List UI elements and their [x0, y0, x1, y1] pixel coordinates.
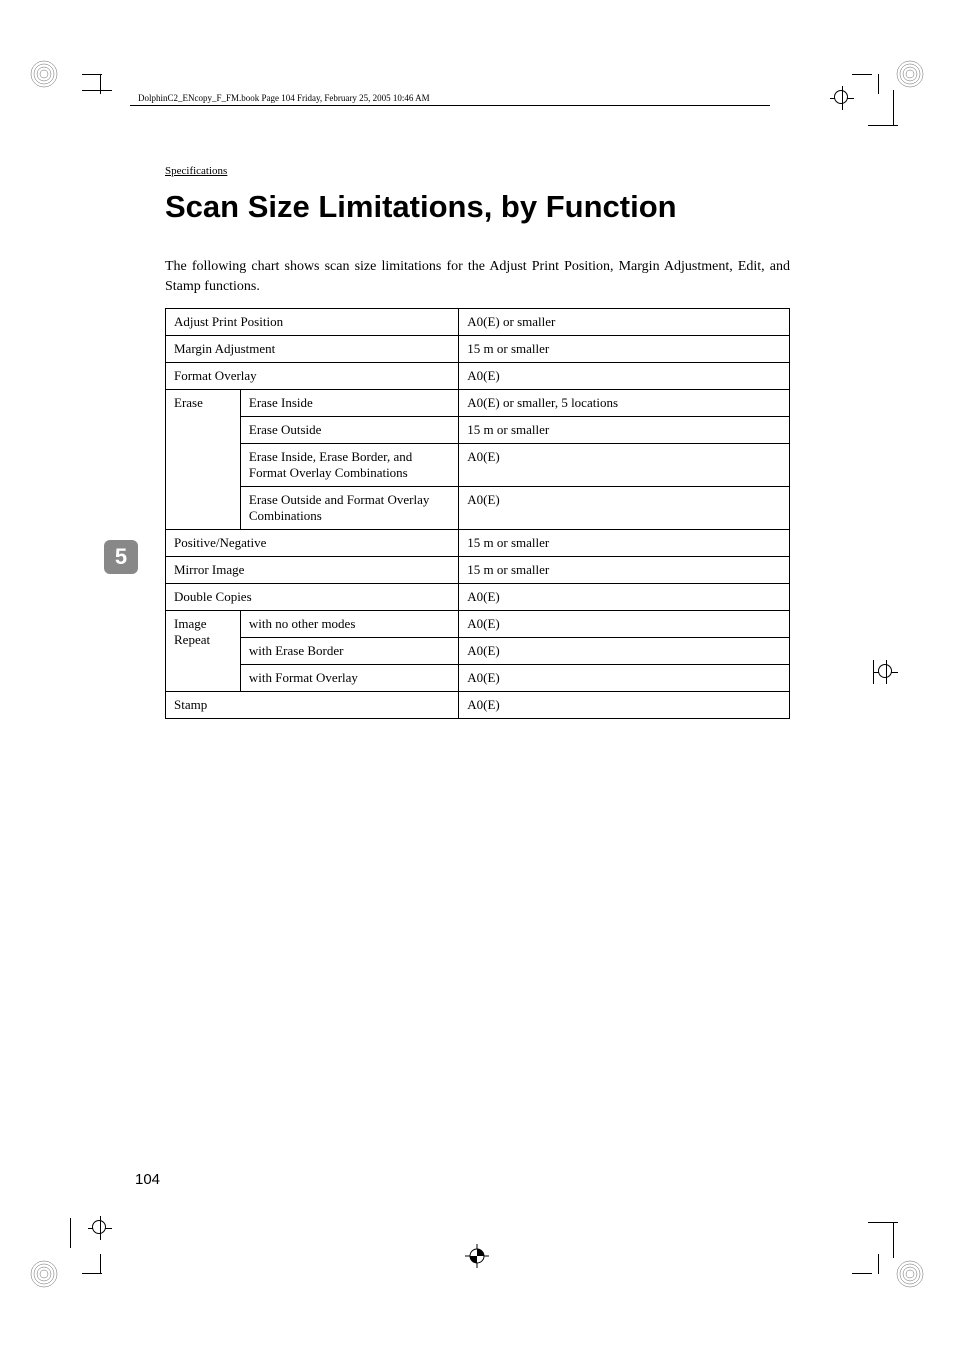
crop-mark — [82, 1273, 102, 1274]
row-value: A0(E) or smaller — [459, 308, 790, 335]
crop-mark — [852, 1273, 872, 1274]
row-sublabel: Erase Inside — [240, 389, 458, 416]
registration-mark-icon — [830, 86, 854, 110]
row-sublabel: Erase Inside, Erase Border, and Format O… — [240, 443, 458, 486]
crop-mark — [868, 125, 898, 126]
chapter-number-tab: 5 — [104, 540, 138, 574]
printer-mark-spiral-icon — [30, 60, 58, 88]
row-value: A0(E) — [459, 691, 790, 718]
table-row: Format Overlay A0(E) — [166, 362, 790, 389]
chapter-number: 5 — [115, 544, 127, 570]
table-row: Erase Outside 15 m or smaller — [166, 416, 790, 443]
table-row: with Erase Border A0(E) — [166, 637, 790, 664]
row-value: A0(E) — [459, 583, 790, 610]
row-value: A0(E) — [459, 486, 790, 529]
crop-mark — [100, 1254, 101, 1274]
row-sublabel: with no other modes — [240, 610, 458, 637]
crop-mark — [70, 1218, 71, 1248]
table-row: Mirror Image 15 m or smaller — [166, 556, 790, 583]
row-label: Format Overlay — [166, 362, 459, 389]
row-label: Margin Adjustment — [166, 335, 459, 362]
crop-mark — [893, 90, 894, 125]
row-label: Adjust Print Position — [166, 308, 459, 335]
row-value: 15 m or smaller — [459, 335, 790, 362]
row-label: Double Copies — [166, 583, 459, 610]
page-content: Specifications Scan Size Limitations, by… — [165, 165, 790, 719]
crop-mark — [852, 74, 872, 75]
registration-mark-icon — [874, 660, 898, 684]
table-row: Erase Inside, Erase Border, and Format O… — [166, 443, 790, 486]
row-value: A0(E) — [459, 664, 790, 691]
row-label: Mirror Image — [166, 556, 459, 583]
page-number: 104 — [135, 1171, 160, 1188]
header-file-info: DolphinC2_ENcopy_F_FM.book Page 104 Frid… — [138, 93, 430, 103]
row-sublabel: with Erase Border — [240, 637, 458, 664]
row-value: A0(E) — [459, 637, 790, 664]
row-label: Positive/Negative — [166, 529, 459, 556]
table-row: Margin Adjustment 15 m or smaller — [166, 335, 790, 362]
row-value: A0(E) — [459, 443, 790, 486]
crop-mark — [82, 74, 102, 75]
table-row: Erase Outside and Format Overlay Combina… — [166, 486, 790, 529]
row-value: A0(E) — [459, 610, 790, 637]
row-group-label: Image Repeat — [166, 610, 241, 691]
row-value: A0(E) — [459, 362, 790, 389]
table-row: Double Copies A0(E) — [166, 583, 790, 610]
crop-mark — [878, 74, 879, 94]
crop-mark — [873, 660, 874, 684]
row-label: Stamp — [166, 691, 459, 718]
crop-mark — [878, 1254, 879, 1274]
crop-mark — [893, 1223, 894, 1258]
row-sublabel: Erase Outside and Format Overlay Combina… — [240, 486, 458, 529]
intro-paragraph: The following chart shows scan size limi… — [165, 257, 790, 298]
registration-mark-icon — [88, 1216, 112, 1240]
table-row: Erase Erase Inside A0(E) or smaller, 5 l… — [166, 389, 790, 416]
row-value: A0(E) or smaller, 5 locations — [459, 389, 790, 416]
table-row: with Format Overlay A0(E) — [166, 664, 790, 691]
table-row: Image Repeat with no other modes A0(E) — [166, 610, 790, 637]
row-value: 15 m or smaller — [459, 556, 790, 583]
row-sublabel: Erase Outside — [240, 416, 458, 443]
section-label: Specifications — [165, 165, 790, 177]
row-value: 15 m or smaller — [459, 416, 790, 443]
spec-table: Adjust Print Position A0(E) or smaller M… — [165, 308, 790, 719]
printer-mark-spiral-icon — [896, 1260, 924, 1288]
row-value: 15 m or smaller — [459, 529, 790, 556]
crop-mark — [82, 90, 112, 91]
page-title: Scan Size Limitations, by Function — [165, 189, 790, 225]
table-row: Positive/Negative 15 m or smaller — [166, 529, 790, 556]
printer-mark-spiral-icon — [30, 1260, 58, 1288]
crop-mark — [100, 74, 101, 94]
row-sublabel: with Format Overlay — [240, 664, 458, 691]
printer-mark-spiral-icon — [896, 60, 924, 88]
table-row: Adjust Print Position A0(E) or smaller — [166, 308, 790, 335]
table-row: Stamp A0(E) — [166, 691, 790, 718]
row-group-label: Erase — [166, 389, 241, 529]
header-rule — [130, 105, 770, 106]
registration-mark-icon — [465, 1244, 489, 1268]
